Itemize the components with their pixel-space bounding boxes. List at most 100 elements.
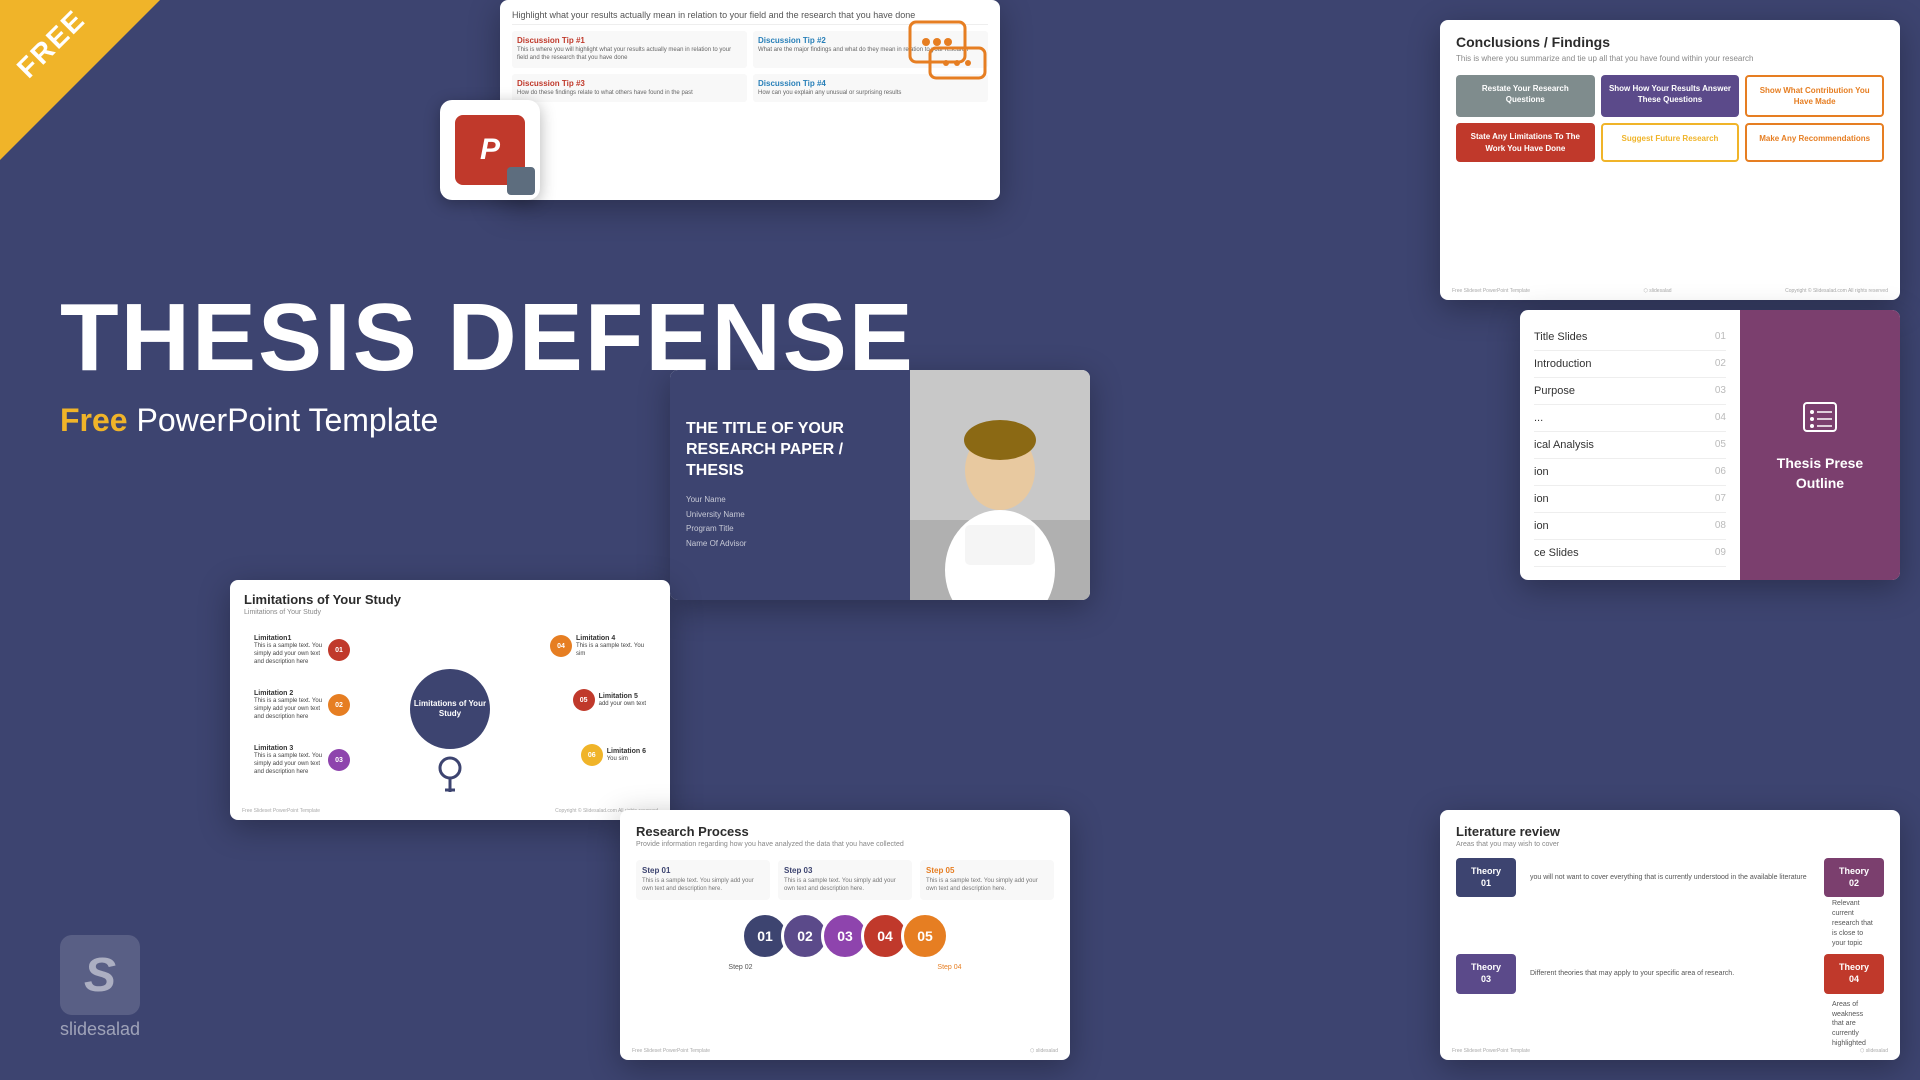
title-text: THESIS DEFENSE bbox=[60, 284, 915, 391]
lit-row-1: Theory01 you will not want to cover ever… bbox=[1456, 858, 1884, 897]
lim-circle-3: 03 bbox=[328, 749, 350, 771]
lim-footer: Free Slideset PowerPoint Template Copyri… bbox=[242, 808, 658, 814]
lit-mid-desc: Relevant current research that is close … bbox=[1456, 899, 1884, 948]
university-name: University Name bbox=[686, 508, 894, 522]
res-step-5: Step 05 This is a sample text. You simpl… bbox=[920, 860, 1054, 900]
theory-01-box: Theory01 bbox=[1456, 858, 1516, 897]
title-page-info: Your Name University Name Program Title … bbox=[686, 493, 894, 551]
disc-tip1-title: Discussion Tip #1 bbox=[517, 36, 742, 45]
lim-circle-2: 02 bbox=[328, 694, 350, 716]
limitations-slide: Limitations of Your Study Limitations of… bbox=[230, 580, 670, 820]
step3-text: This is a sample text. You simply add yo… bbox=[784, 878, 906, 894]
res-circles-row: 01 02 03 04 05 bbox=[636, 912, 1054, 960]
main-title-block: THESIS DEFENSE Free PowerPoint Template bbox=[60, 290, 915, 439]
author-name: Your Name bbox=[686, 493, 894, 507]
lim-node-5: 05 Limitation 5add your own text bbox=[573, 689, 646, 711]
toc-num-6: 06 bbox=[1715, 466, 1726, 478]
title-line1: THESIS DEFENSE bbox=[60, 290, 915, 386]
chat-icon bbox=[908, 20, 988, 91]
lim-center-circle: Limitations of Your Study bbox=[410, 669, 490, 749]
conc-subtitle: This is where you summarize and tie up a… bbox=[1456, 54, 1884, 63]
lim-node-1: Limitation1This is a sample text. You si… bbox=[254, 634, 350, 666]
lit-footer-right: ⬡ slidesalad bbox=[1860, 1048, 1888, 1054]
conc-card-1: Restate Your Research Questions bbox=[1456, 75, 1595, 117]
toc-label-3: Purpose bbox=[1534, 385, 1575, 397]
toc-num-5: 05 bbox=[1715, 439, 1726, 451]
lit-desc-2: Different theories that may apply to you… bbox=[1522, 969, 1818, 979]
conc-card-4: State Any Limitations To The Work You Ha… bbox=[1456, 123, 1595, 161]
toc-icon bbox=[1800, 397, 1840, 442]
title-page-photo bbox=[910, 370, 1090, 600]
toc-item-1: Title Slides 01 bbox=[1534, 324, 1726, 351]
footer-right: Copyright © Slidesalad.com All rights re… bbox=[1785, 288, 1888, 294]
logo-letter: S bbox=[84, 948, 116, 1003]
step3-label: Step 03 bbox=[784, 866, 906, 875]
res-title: Research Process bbox=[636, 824, 1054, 839]
toc-num-1: 01 bbox=[1715, 331, 1726, 343]
logo-name: slidesalad bbox=[60, 1019, 140, 1040]
lim-title: Limitations of Your Study bbox=[244, 592, 656, 607]
conc-card-6: Make Any Recommendations bbox=[1745, 123, 1884, 161]
lit-desc-2c: Areas of weakness that are currently hig… bbox=[1824, 1000, 1884, 1049]
theory-04-box: Theory04 bbox=[1824, 954, 1884, 993]
res-step-3: Step 03 This is a sample text. You simpl… bbox=[778, 860, 912, 900]
toc-label-5: ical Analysis bbox=[1534, 439, 1594, 451]
toc-item-4: ... 04 bbox=[1534, 405, 1726, 432]
lit-title: Literature review bbox=[1456, 824, 1884, 839]
toc-label-8: ion bbox=[1534, 520, 1549, 532]
res-steps: Step 01 This is a sample text. You simpl… bbox=[636, 860, 1054, 900]
lim-subtitle: Limitations of Your Study bbox=[244, 609, 656, 616]
lim-node-3: Limitation 3This is a sample text. You s… bbox=[254, 744, 350, 776]
toc-num-3: 03 bbox=[1715, 385, 1726, 397]
res-subtitle: Provide information regarding how you ha… bbox=[636, 841, 1054, 848]
lim-circle-4: 04 bbox=[550, 635, 572, 657]
step5-label: Step 05 bbox=[926, 866, 1048, 875]
toc-num-7: 07 bbox=[1715, 493, 1726, 505]
lim-diagram: Limitations of Your Study Limitation1Thi… bbox=[244, 624, 656, 794]
discussion-slide: Highlight what your results actually mea… bbox=[500, 0, 1000, 200]
lim-circle-1: 01 bbox=[328, 639, 350, 661]
step5-text: This is a sample text. You simply add yo… bbox=[926, 878, 1048, 894]
research-slide: Research Process Provide information reg… bbox=[620, 810, 1070, 1060]
lim-node-4: 04 Limitation 4This is a sample text. Yo… bbox=[550, 634, 646, 659]
toc-num-4: 04 bbox=[1715, 412, 1726, 424]
theory-02-box: Theory02 bbox=[1824, 858, 1884, 897]
res-footer-right: ⬡ slidesalad bbox=[1030, 1048, 1058, 1054]
conc-card-5: Suggest Future Research bbox=[1601, 123, 1740, 161]
step2-label: Step 02 bbox=[728, 964, 752, 971]
logo-icon: S bbox=[60, 935, 140, 1015]
slidesalad-logo: S slidesalad bbox=[60, 935, 140, 1040]
conc-card-3: Show What Contribution You Have Made bbox=[1745, 75, 1884, 117]
step4-label: Step 04 bbox=[937, 964, 961, 971]
toc-slide: Title Slides 01 Introduction 02 Purpose … bbox=[1520, 310, 1900, 580]
toc-label-4: ... bbox=[1534, 412, 1543, 424]
disc-tip3-title: Discussion Tip #3 bbox=[517, 79, 742, 88]
toc-item-7: ion 07 bbox=[1534, 486, 1726, 513]
subtitle-rest: PowerPoint Template bbox=[128, 402, 439, 438]
toc-label-7: ion bbox=[1534, 493, 1549, 505]
toc-right-panel: Thesis Prese Outline bbox=[1740, 310, 1900, 580]
lit-footer: Free Slideset PowerPoint Template ⬡ slid… bbox=[1452, 1048, 1888, 1054]
step1-label: Step 01 bbox=[642, 866, 764, 875]
disc-tip-1: Discussion Tip #1 This is where you will… bbox=[512, 31, 747, 68]
lit-subtitle: Areas that you may wish to cover bbox=[1456, 841, 1884, 848]
lit-desc-1: you will not want to cover everything th… bbox=[1522, 873, 1818, 883]
toc-item-8: ion 08 bbox=[1534, 513, 1726, 540]
toc-label-1: Title Slides bbox=[1534, 331, 1587, 343]
conc-card-2: Show How Your Results Answer These Quest… bbox=[1601, 75, 1740, 117]
toc-label-6: ion bbox=[1534, 466, 1549, 478]
lim-circle-6: 06 bbox=[581, 744, 603, 766]
toc-item-5: ical Analysis 05 bbox=[1534, 432, 1726, 459]
step1-text: This is a sample text. You simply add yo… bbox=[642, 878, 764, 894]
lit-desc-1c: Relevant current research that is close … bbox=[1824, 899, 1884, 948]
toc-num-2: 02 bbox=[1715, 358, 1726, 370]
literature-slide: Literature review Areas that you may wis… bbox=[1440, 810, 1900, 1060]
conc-title: Conclusions / Findings bbox=[1456, 34, 1884, 50]
toc-list: Title Slides 01 Introduction 02 Purpose … bbox=[1520, 310, 1740, 580]
powerpoint-icon: P bbox=[440, 100, 540, 200]
res-footer: Free Slideset PowerPoint Template ⬡ slid… bbox=[632, 1048, 1058, 1054]
conc-footer: Free Slideset PowerPoint Template ⬡ slid… bbox=[1452, 288, 1888, 294]
toc-item-9: ce Slides 09 bbox=[1534, 540, 1726, 567]
res-step-1: Step 01 This is a sample text. You simpl… bbox=[636, 860, 770, 900]
lim-node-6: 06 Limitation 6You sim bbox=[581, 744, 646, 766]
